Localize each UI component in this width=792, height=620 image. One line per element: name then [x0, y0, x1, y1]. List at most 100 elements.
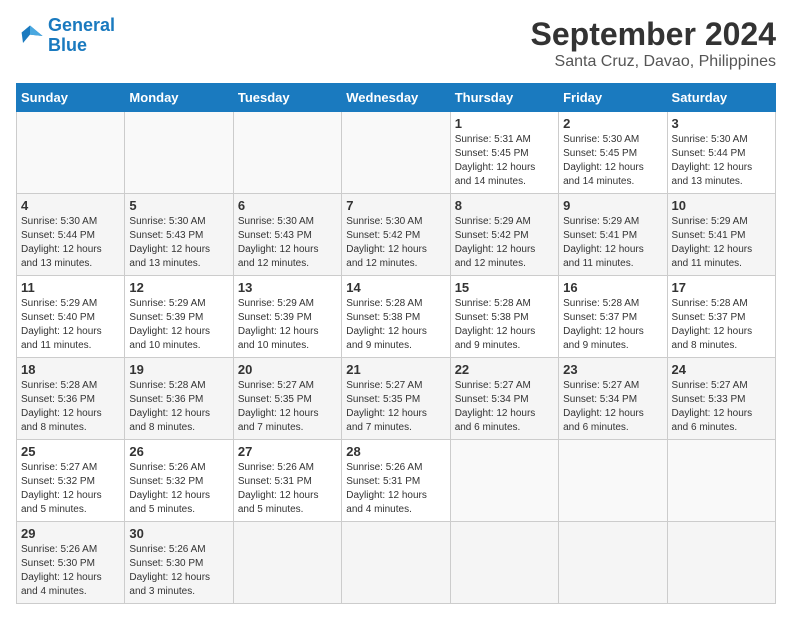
day-number: 1 — [455, 116, 554, 131]
logo-icon — [16, 22, 44, 50]
day-number: 21 — [346, 362, 445, 377]
calendar-cell — [450, 440, 558, 522]
calendar-cell: 28 Sunrise: 5:26 AMSunset: 5:31 PMDayligh… — [342, 440, 450, 522]
day-info: Sunrise: 5:26 AMSunset: 5:30 PMDaylight:… — [129, 543, 228, 599]
calendar-cell — [559, 440, 667, 522]
day-info: Sunrise: 5:30 AMSunset: 5:45 PMDaylight:… — [563, 133, 662, 189]
day-info: Sunrise: 5:29 AMSunset: 5:41 PMDaylight:… — [672, 215, 771, 271]
day-info: Sunrise: 5:29 AMSunset: 5:40 PMDaylight:… — [21, 297, 120, 353]
day-number: 15 — [455, 280, 554, 295]
calendar-cell: 30Sunrise: 5:26 AMSunset: 5:30 PMDayligh… — [125, 522, 233, 604]
logo: General Blue — [16, 16, 115, 56]
day-number: 7 — [346, 198, 445, 213]
calendar-cell: 12 Sunrise: 5:29 AMSunset: 5:39 PMDayligh… — [125, 276, 233, 358]
day-info: Sunrise: 5:26 AMSunset: 5:32 PMDaylight:… — [129, 461, 228, 517]
logo-text: General Blue — [48, 16, 115, 56]
calendar-cell: 4 Sunrise: 5:30 AMSunset: 5:44 PMDaylight… — [17, 194, 125, 276]
day-header-friday: Friday — [559, 84, 667, 112]
day-info: Sunrise: 5:28 AMSunset: 5:37 PMDaylight:… — [563, 297, 662, 353]
calendar-cell — [233, 522, 341, 604]
day-info: Sunrise: 5:31 AMSunset: 5:45 PMDaylight:… — [455, 133, 554, 189]
day-number: 20 — [238, 362, 337, 377]
day-info: Sunrise: 5:29 AMSunset: 5:39 PMDaylight:… — [129, 297, 228, 353]
calendar-table: SundayMondayTuesdayWednesdayThursdayFrid… — [16, 83, 776, 604]
calendar-cell — [667, 440, 775, 522]
day-number: 12 — [129, 280, 228, 295]
calendar-cell: 2 Sunrise: 5:30 AMSunset: 5:45 PMDaylight… — [559, 112, 667, 194]
day-number: 28 — [346, 444, 445, 459]
day-number: 26 — [129, 444, 228, 459]
day-info: Sunrise: 5:27 AMSunset: 5:34 PMDaylight:… — [563, 379, 662, 435]
calendar-cell — [125, 112, 233, 194]
day-info: Sunrise: 5:26 AMSunset: 5:31 PMDaylight:… — [346, 461, 445, 517]
calendar-cell: 3Sunrise: 5:30 AMSunset: 5:44 PMDaylight… — [667, 112, 775, 194]
day-info: Sunrise: 5:27 AMSunset: 5:32 PMDaylight:… — [21, 461, 120, 517]
day-number: 16 — [563, 280, 662, 295]
day-number: 3 — [672, 116, 771, 131]
day-info: Sunrise: 5:30 AMSunset: 5:42 PMDaylight:… — [346, 215, 445, 271]
calendar-cell: 18 Sunrise: 5:28 AMSunset: 5:36 PMDayligh… — [17, 358, 125, 440]
month-title: September 2024 — [531, 16, 776, 53]
day-number: 11 — [21, 280, 120, 295]
day-number: 2 — [563, 116, 662, 131]
day-number: 5 — [129, 198, 228, 213]
day-number: 29 — [21, 526, 120, 541]
calendar-cell: 1 Sunrise: 5:31 AMSunset: 5:45 PMDaylight… — [450, 112, 558, 194]
calendar-cell: 16 Sunrise: 5:28 AMSunset: 5:37 PMDayligh… — [559, 276, 667, 358]
calendar-cell: 23 Sunrise: 5:27 AMSunset: 5:34 PMDayligh… — [559, 358, 667, 440]
day-info: Sunrise: 5:27 AMSunset: 5:35 PMDaylight:… — [346, 379, 445, 435]
calendar-cell — [17, 112, 125, 194]
calendar-cell — [342, 112, 450, 194]
calendar-cell — [342, 522, 450, 604]
day-info: Sunrise: 5:27 AMSunset: 5:34 PMDaylight:… — [455, 379, 554, 435]
calendar-cell: 5 Sunrise: 5:30 AMSunset: 5:43 PMDaylight… — [125, 194, 233, 276]
calendar-cell: 25 Sunrise: 5:27 AMSunset: 5:32 PMDayligh… — [17, 440, 125, 522]
calendar-cell: 15Sunrise: 5:28 AMSunset: 5:38 PMDayligh… — [450, 276, 558, 358]
day-number: 13 — [238, 280, 337, 295]
day-header-sunday: Sunday — [17, 84, 125, 112]
calendar-cell: 24Sunrise: 5:27 AMSunset: 5:33 PMDayligh… — [667, 358, 775, 440]
day-number: 25 — [21, 444, 120, 459]
day-info: Sunrise: 5:30 AMSunset: 5:43 PMDaylight:… — [129, 215, 228, 271]
calendar-cell: 22 Sunrise: 5:27 AMSunset: 5:34 PMDayligh… — [450, 358, 558, 440]
day-info: Sunrise: 5:26 AMSunset: 5:30 PMDaylight:… — [21, 543, 120, 599]
day-number: 10 — [672, 198, 771, 213]
calendar-cell: 27 Sunrise: 5:26 AMSunset: 5:31 PMDayligh… — [233, 440, 341, 522]
day-info: Sunrise: 5:29 AMSunset: 5:42 PMDaylight:… — [455, 215, 554, 271]
calendar-cell: 20 Sunrise: 5:27 AMSunset: 5:35 PMDayligh… — [233, 358, 341, 440]
day-number: 22 — [455, 362, 554, 377]
day-info: Sunrise: 5:29 AMSunset: 5:41 PMDaylight:… — [563, 215, 662, 271]
day-number: 23 — [563, 362, 662, 377]
calendar-cell: 26 Sunrise: 5:26 AMSunset: 5:32 PMDayligh… — [125, 440, 233, 522]
day-number: 17 — [672, 280, 771, 295]
calendar-cell: 11 Sunrise: 5:29 AMSunset: 5:40 PMDayligh… — [17, 276, 125, 358]
day-info: Sunrise: 5:28 AMSunset: 5:38 PMDaylight:… — [346, 297, 445, 353]
day-info: Sunrise: 5:30 AMSunset: 5:44 PMDaylight:… — [21, 215, 120, 271]
day-header-saturday: Saturday — [667, 84, 775, 112]
day-number: 4 — [21, 198, 120, 213]
calendar-cell — [559, 522, 667, 604]
day-info: Sunrise: 5:28 AMSunset: 5:36 PMDaylight:… — [129, 379, 228, 435]
day-info: Sunrise: 5:26 AMSunset: 5:31 PMDaylight:… — [238, 461, 337, 517]
day-info: Sunrise: 5:29 AMSunset: 5:39 PMDaylight:… — [238, 297, 337, 353]
day-number: 6 — [238, 198, 337, 213]
calendar-cell: 13 Sunrise: 5:29 AMSunset: 5:39 PMDayligh… — [233, 276, 341, 358]
day-info: Sunrise: 5:30 AMSunset: 5:43 PMDaylight:… — [238, 215, 337, 271]
calendar-cell — [450, 522, 558, 604]
calendar-cell: 19Sunrise: 5:28 AMSunset: 5:36 PMDayligh… — [125, 358, 233, 440]
calendar-cell — [233, 112, 341, 194]
day-header-tuesday: Tuesday — [233, 84, 341, 112]
calendar-cell: 10 Sunrise: 5:29 AMSunset: 5:41 PMDayligh… — [667, 194, 775, 276]
day-number: 27 — [238, 444, 337, 459]
day-info: Sunrise: 5:27 AMSunset: 5:35 PMDaylight:… — [238, 379, 337, 435]
day-header-monday: Monday — [125, 84, 233, 112]
calendar-cell: 7 Sunrise: 5:30 AMSunset: 5:42 PMDaylight… — [342, 194, 450, 276]
day-info: Sunrise: 5:28 AMSunset: 5:36 PMDaylight:… — [21, 379, 120, 435]
calendar-cell: 21 Sunrise: 5:27 AMSunset: 5:35 PMDayligh… — [342, 358, 450, 440]
day-number: 24 — [672, 362, 771, 377]
day-number: 14 — [346, 280, 445, 295]
day-info: Sunrise: 5:28 AMSunset: 5:37 PMDaylight:… — [672, 297, 771, 353]
title-block: September 2024 Santa Cruz, Davao, Philip… — [531, 16, 776, 71]
day-number: 18 — [21, 362, 120, 377]
calendar-cell: 6 Sunrise: 5:30 AMSunset: 5:43 PMDaylight… — [233, 194, 341, 276]
